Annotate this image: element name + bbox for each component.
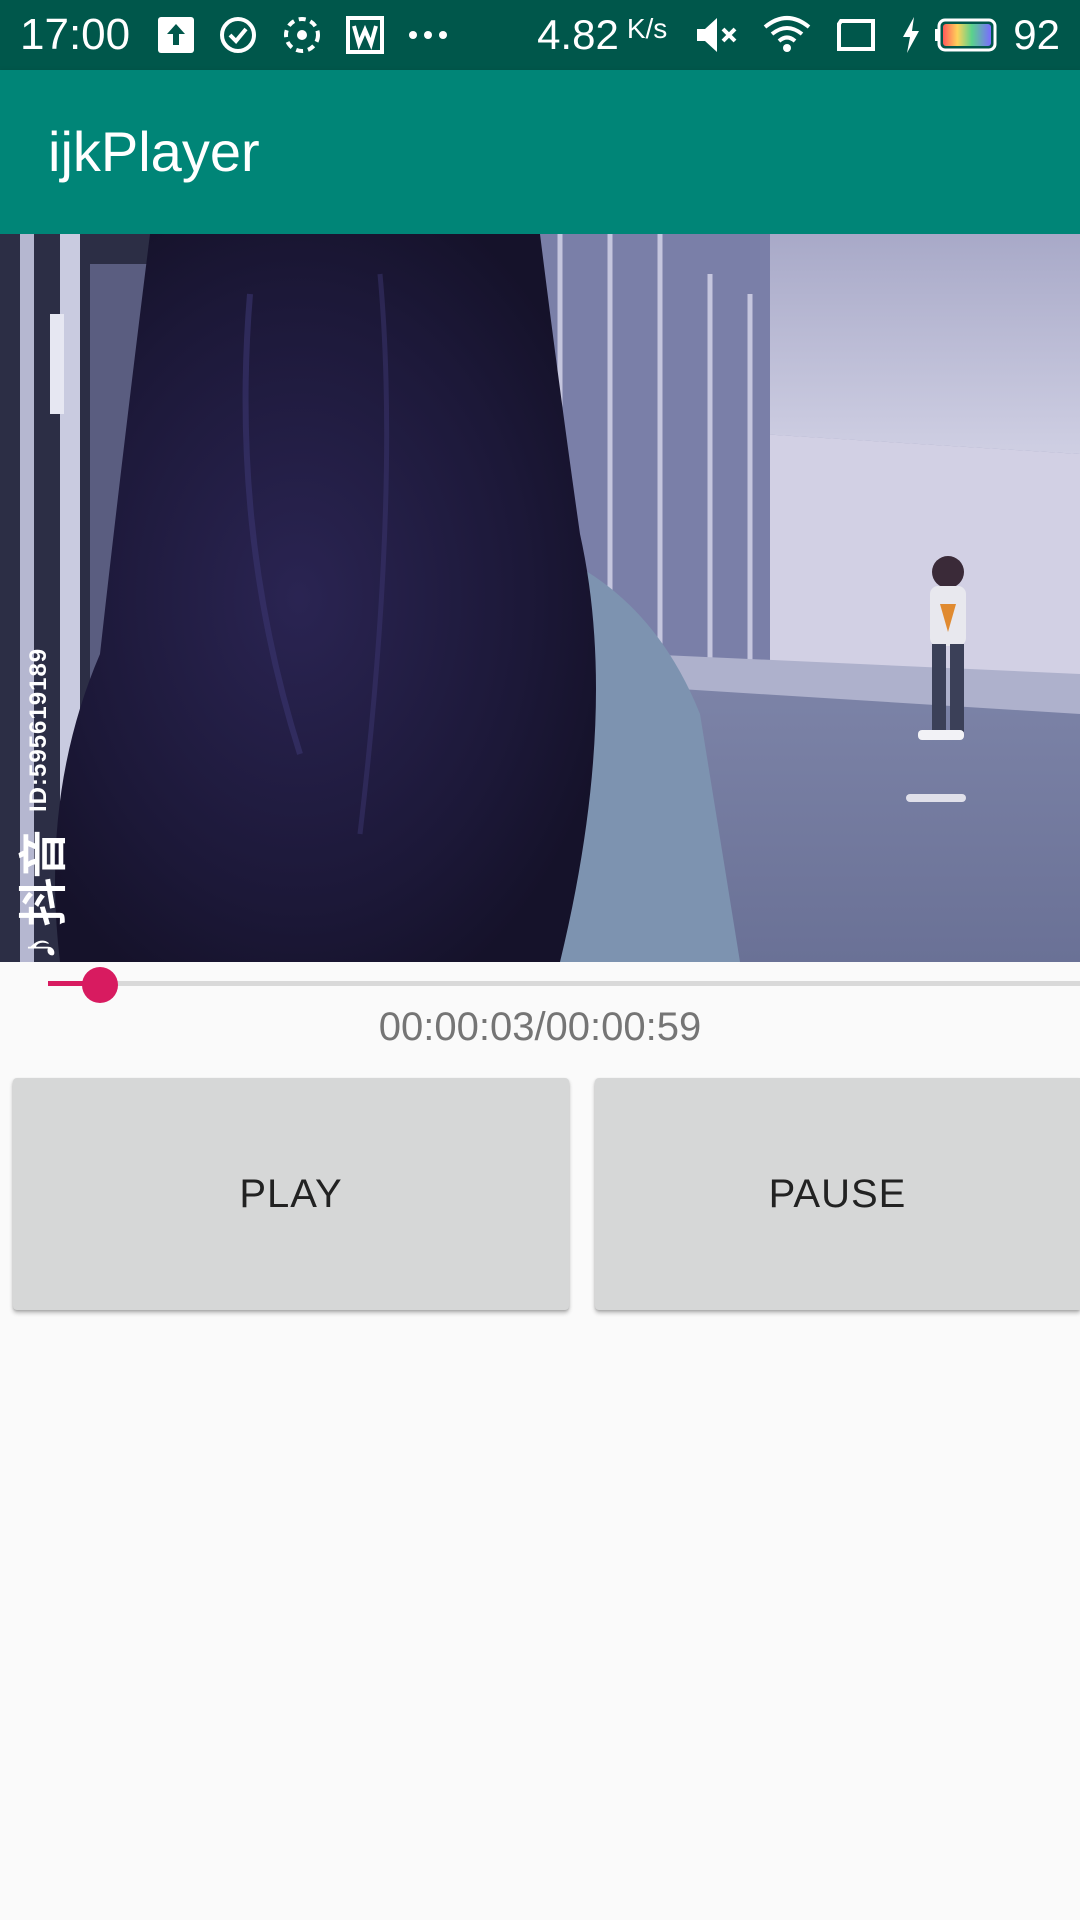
app-title: ijkPlayer	[48, 120, 260, 183]
seek-bar[interactable]	[48, 967, 1080, 1003]
watermark-id: ID:595619189	[25, 647, 52, 812]
check-circle-icon	[218, 15, 258, 55]
upload-icon	[158, 17, 195, 53]
wifi-icon	[763, 15, 811, 55]
pause-button[interactable]: PAUSE	[595, 1078, 1080, 1310]
app-bar: ijkPlayer	[0, 70, 1080, 234]
battery-icon	[935, 17, 1001, 53]
tablet-icon	[835, 18, 877, 52]
playback-time: 00:00:03/00:00:59	[378, 1005, 702, 1049]
net-speed: 4.82	[537, 11, 619, 58]
status-bar-left: 17:00	[20, 0, 472, 70]
sync-icon	[282, 15, 322, 55]
play-button[interactable]: PLAY	[13, 1078, 569, 1310]
wps-icon	[346, 16, 385, 54]
seek-thumb[interactable]	[82, 967, 118, 1003]
charging-icon	[901, 17, 921, 53]
more-dots-icon	[408, 29, 448, 41]
douyin-logo-icon: ♪	[12, 936, 66, 960]
status-bar: 17:00 4.82 K/s 92	[0, 0, 1080, 70]
watermark-brand: 抖音	[18, 829, 71, 926]
battery-level: 92	[1013, 11, 1060, 58]
video-surface[interactable]	[0, 234, 1080, 962]
video-watermark: ♪ 抖音 ID:595619189	[4, 648, 74, 960]
status-time: 17:00	[20, 10, 131, 59]
seek-track[interactable]	[48, 981, 1080, 986]
video-frame-image	[0, 234, 1080, 962]
status-bar-right: 4.82 K/s 92	[537, 0, 1060, 70]
mute-icon	[695, 15, 739, 55]
net-speed-unit: K/s	[626, 13, 668, 44]
